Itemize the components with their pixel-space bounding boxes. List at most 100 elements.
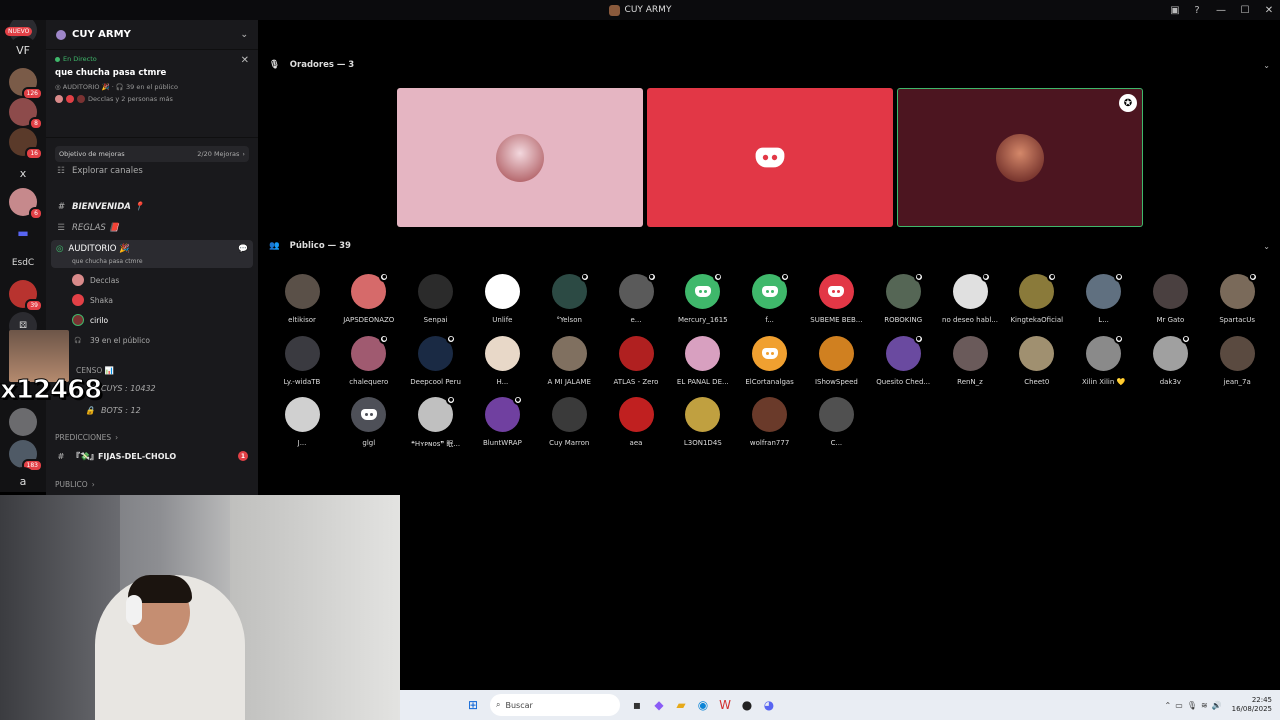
audience-member[interactable]: ● Mercury_1615 <box>670 272 736 324</box>
server-vf[interactable]: VF <box>9 36 37 64</box>
speaker-tile[interactable] <box>397 88 643 227</box>
audience-member[interactable]: eltikisor <box>269 274 335 324</box>
status-icon: ● <box>780 272 791 282</box>
category-predicciones[interactable]: PREDICCIONES › <box>46 428 258 446</box>
stage-member[interactable]: Decclas <box>46 271 258 289</box>
stage-channel-auditorio[interactable]: ◎ AUDITORIO 🎉 que chucha pasa ctmre 💬 <box>51 240 253 268</box>
audience-member[interactable]: aea <box>603 397 669 447</box>
audience-member[interactable]: glgl <box>336 397 402 447</box>
help-icon[interactable]: ? <box>1186 0 1208 20</box>
file-explorer-icon[interactable]: ▰ <box>670 694 692 716</box>
stage-member[interactable]: cirilo <box>46 311 258 329</box>
audience-member[interactable]: Mr Gato <box>1137 274 1203 324</box>
wps-icon[interactable]: W <box>714 694 736 716</box>
audience-member[interactable]: Senpai <box>403 274 469 324</box>
channel-fijas[interactable]: # 『💸』FIJAS-DEL-CHOLO 1 <box>46 447 258 465</box>
chevron-down-icon[interactable]: ⌄ <box>1263 242 1270 251</box>
audience-member[interactable]: C... <box>803 397 869 447</box>
explore-channels[interactable]: ☷ Explorar canales <box>46 162 258 180</box>
folder-icon[interactable]: ▬ <box>9 219 37 247</box>
audience-member[interactable]: Unlife <box>469 274 535 324</box>
audience-member[interactable]: ● °Yelson <box>536 272 602 324</box>
audience-member[interactable]: ● dak3v <box>1137 333 1203 386</box>
server-x[interactable]: x <box>9 159 37 187</box>
audience-member[interactable]: ● f... <box>737 272 803 324</box>
wifi-icon[interactable]: ≋ <box>1201 701 1208 710</box>
speaker-tile[interactable]: ✪ <box>897 88 1143 227</box>
audience-member[interactable]: ● chalequero <box>336 333 402 386</box>
server-a[interactable]: a <box>9 467 37 492</box>
edge-icon[interactable]: ◉ <box>692 694 714 716</box>
audience-member[interactable]: A MI JALAME <box>536 335 602 386</box>
discord-taskbar-icon[interactable]: ◕ <box>758 694 780 716</box>
volume-icon[interactable]: 🔊 <box>1212 701 1222 710</box>
audience-member[interactable]: EL PAÑAL DE... <box>670 335 736 386</box>
member-avatar <box>818 274 854 309</box>
copilot-icon[interactable]: ◆ <box>648 694 670 716</box>
live-stage-card[interactable]: En Directo que chucha pasa ctmre ◎ AUDIT… <box>46 50 258 138</box>
audience-member[interactable]: ● BluntWRAP <box>469 395 535 447</box>
audience-member[interactable]: L3ON1D4S <box>670 397 736 447</box>
chevron-down-icon[interactable]: ⌄ <box>1263 61 1270 70</box>
close-icon[interactable]: ✕ <box>241 55 249 66</box>
server-header[interactable]: CUY ARMY ⌄ <box>46 20 258 50</box>
audience-member[interactable]: RenN_z <box>937 335 1003 386</box>
channel-reglas[interactable]: ☰ REGLAS 📕 <box>46 219 258 237</box>
server-avatar[interactable]: 126 <box>9 68 43 100</box>
windows-start-icon[interactable]: ⊞ <box>462 694 484 716</box>
audience-member[interactable]: ElCortanalgas <box>737 335 803 386</box>
list-icon: ☷ <box>57 166 65 176</box>
audience-member[interactable]: ● SpartacUs <box>1204 272 1270 324</box>
maximize-button[interactable]: ☐ <box>1234 0 1256 20</box>
inbox-icon[interactable]: ▣ <box>1164 0 1186 20</box>
mic-icon[interactable]: 🎙 <box>1187 701 1197 710</box>
audience-member[interactable]: ● Quesito Ched... <box>870 333 936 386</box>
audience-member[interactable]: ● Xilin Xilin 💛 <box>1071 333 1137 386</box>
server-avatar[interactable]: 39 <box>9 280 43 312</box>
audience-member[interactable]: wolfran777 <box>737 397 803 447</box>
obs-icon[interactable]: ● <box>736 694 758 716</box>
speakers-header[interactable]: 🎙 Oradores — 3 <box>269 57 354 73</box>
server-avatar[interactable]: 8 <box>9 98 43 130</box>
audience-header[interactable]: 👥 Público — 39 <box>269 238 351 254</box>
member-avatar: ● <box>351 272 390 309</box>
audience-member[interactable]: J... <box>269 397 335 447</box>
server-avatar[interactable]: 6 <box>9 188 43 220</box>
channel-bienvenida[interactable]: # BIENVENIDA 📍 <box>46 198 258 216</box>
audience-member[interactable]: jean_7a <box>1204 335 1270 386</box>
audience-member[interactable]: Cheet0 <box>1004 335 1070 386</box>
audience-member[interactable]: ● KingtekaOficial <box>1004 272 1070 324</box>
audience-member[interactable]: ● no deseo habl... <box>937 272 1003 324</box>
audience-member[interactable]: ● ❝Hʏᴘɴᴏs❞ 眠... <box>403 395 469 449</box>
category-publico[interactable]: PUBLICO › <box>46 475 258 493</box>
member-avatar <box>484 335 520 371</box>
taskbar-search[interactable]: ⌕ Buscar <box>490 694 620 716</box>
audience-member[interactable]: IShowSpeed <box>803 335 869 386</box>
chevron-up-icon[interactable]: ⌃ <box>1165 701 1172 710</box>
clock[interactable]: 22:45 16/08/2025 <box>1232 696 1272 714</box>
audience-member[interactable]: ● Deepcool Peru <box>403 333 469 386</box>
audience-member[interactable]: H... <box>469 335 535 386</box>
chevron-right-icon: › <box>242 150 245 158</box>
server-avatar[interactable]: 183 <box>9 440 43 472</box>
audience-member[interactable]: ● L... <box>1071 272 1137 324</box>
task-view-icon[interactable]: ▪ <box>626 694 648 716</box>
close-window-button[interactable]: ✕ <box>1258 0 1280 20</box>
minimize-button[interactable]: — <box>1210 0 1232 20</box>
audience-member[interactable]: ● JAPSDEONAZO <box>336 272 402 324</box>
battery-icon[interactable]: ▭ <box>1175 701 1183 710</box>
audience-member[interactable]: ATLAS - Zero <box>603 335 669 386</box>
audience-member[interactable]: ● e... <box>603 272 669 324</box>
audience-member[interactable]: Cuy Marron <box>536 397 602 447</box>
server-esdc[interactable]: EsdC <box>9 249 37 277</box>
audience-member[interactable]: ● ROBOKING <box>870 272 936 324</box>
server-avatar[interactable] <box>9 408 37 436</box>
audience-member[interactable]: Ly.-widaTB <box>269 335 335 386</box>
audience-member[interactable]: SUBEME BEB... <box>803 274 869 324</box>
stage-member[interactable]: Shaka <box>46 291 258 309</box>
boost-goal[interactable]: Objetivo de mejoras 2/20 Mejoras › <box>55 146 249 162</box>
server-avatar[interactable]: 16 <box>9 128 43 160</box>
chat-icon[interactable]: 💬 <box>238 244 248 253</box>
stage-audience-count[interactable]: 🎧 39 en el público <box>46 331 258 349</box>
speaker-tile[interactable] <box>647 88 893 227</box>
